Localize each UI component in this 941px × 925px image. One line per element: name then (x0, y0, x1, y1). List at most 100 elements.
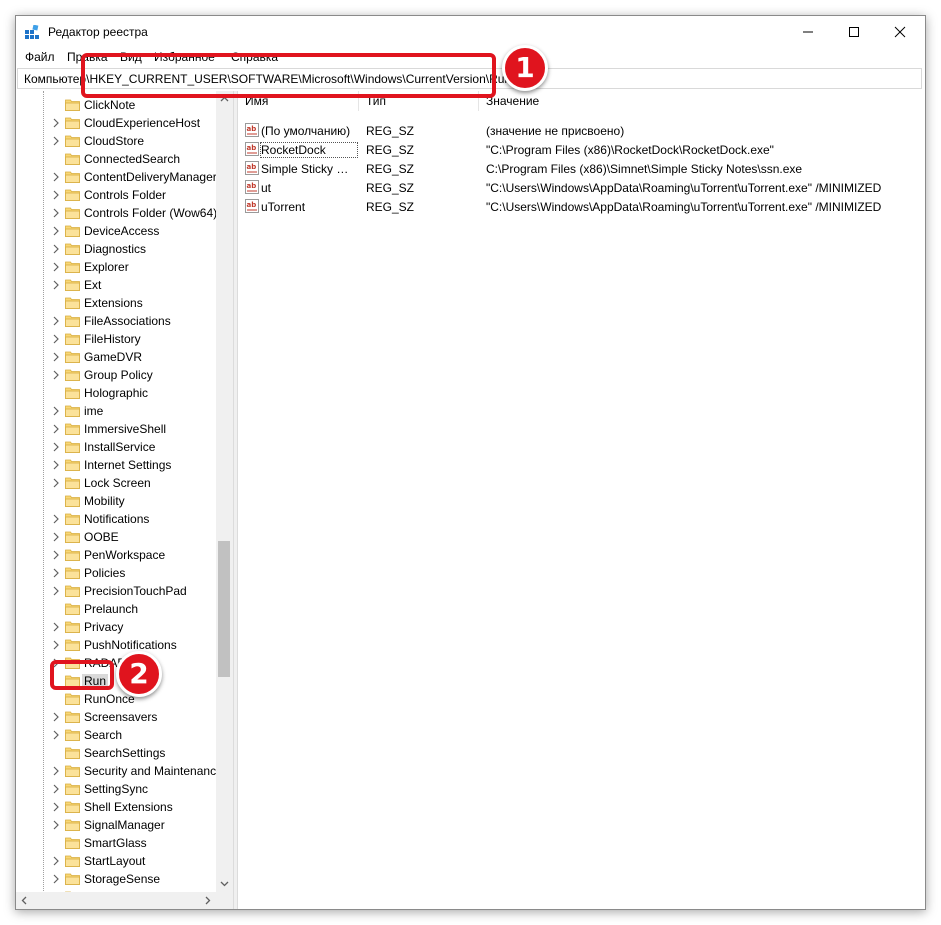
chevron-right-icon[interactable] (52, 208, 60, 218)
minimize-button[interactable] (785, 16, 831, 47)
tree-item[interactable]: SignalManager (16, 816, 216, 834)
chevron-right-icon[interactable] (52, 550, 60, 560)
chevron-right-icon[interactable] (52, 136, 60, 146)
folder-icon (65, 531, 80, 543)
tree-item[interactable]: PushNotifications (16, 636, 216, 654)
scroll-down-icon[interactable] (216, 875, 233, 892)
tree-item[interactable]: Notifications (16, 510, 216, 528)
tree-item[interactable]: Screensavers (16, 708, 216, 726)
value-row[interactable]: ab ut REG_SZ "C:\Users\Windows\AppData\Roam… (238, 178, 925, 197)
chevron-right-icon[interactable] (52, 352, 60, 362)
tree-item[interactable]: Prelaunch (16, 600, 216, 618)
tree-item[interactable]: Extensions (16, 294, 216, 312)
tree-item[interactable]: Explorer (16, 258, 216, 276)
tree-item[interactable]: Lock Screen (16, 474, 216, 492)
chevron-right-icon[interactable] (52, 730, 60, 740)
chevron-right-icon[interactable] (52, 766, 60, 776)
tree-item[interactable]: OOBE (16, 528, 216, 546)
tree-item[interactable]: Internet Settings (16, 456, 216, 474)
tree-item[interactable]: DeviceAccess (16, 222, 216, 240)
tree-item[interactable]: InstallService (16, 438, 216, 456)
tree-item[interactable]: Diagnostics (16, 240, 216, 258)
tree-item[interactable]: SettingSync (16, 780, 216, 798)
tree-item[interactable]: Mobility (16, 492, 216, 510)
title-bar[interactable]: Редактор реестра (16, 16, 925, 47)
tree-item[interactable]: StorageSense (16, 870, 216, 888)
chevron-right-icon[interactable] (52, 190, 60, 200)
chevron-right-icon[interactable] (52, 874, 60, 884)
string-value-icon: ab (245, 123, 259, 137)
tree-item[interactable]: ContentDeliveryManager (16, 168, 217, 186)
close-button[interactable] (877, 16, 923, 47)
chevron-right-icon[interactable] (52, 244, 60, 254)
tree-item[interactable]: CloudStore (16, 132, 216, 150)
tree-item[interactable]: SearchSettings (16, 744, 216, 762)
chevron-right-icon[interactable] (52, 118, 60, 128)
tree-item[interactable]: Controls Folder (Wow64) (16, 204, 217, 222)
tree-item[interactable]: Policies (16, 564, 216, 582)
tree-item[interactable]: CloudExperienceHost (16, 114, 216, 132)
tree-item[interactable]: PenWorkspace (16, 546, 216, 564)
tree-item[interactable]: RunOnce (16, 690, 216, 708)
chevron-right-icon[interactable] (52, 568, 60, 578)
chevron-right-icon[interactable] (52, 370, 60, 380)
chevron-right-icon[interactable] (52, 334, 60, 344)
chevron-right-icon[interactable] (52, 856, 60, 866)
chevron-right-icon[interactable] (52, 586, 60, 596)
folder-icon (65, 495, 80, 507)
chevron-right-icon[interactable] (52, 280, 60, 290)
tree-item[interactable]: ImmersiveShell (16, 420, 216, 438)
chevron-right-icon[interactable] (52, 442, 60, 452)
chevron-right-icon[interactable] (52, 784, 60, 794)
tree-item[interactable]: Security and Maintenance (16, 762, 223, 780)
scroll-left-icon[interactable] (16, 892, 33, 909)
chevron-right-icon[interactable] (52, 424, 60, 434)
menu-file[interactable]: Файл (25, 50, 55, 64)
value-row[interactable]: ab (По умолчанию) REG_SZ (значение не присв… (238, 121, 925, 140)
tree-item[interactable]: FileHistory (16, 330, 216, 348)
tree-item[interactable]: Controls Folder (16, 186, 216, 204)
maximize-button[interactable] (831, 16, 877, 47)
chevron-right-icon[interactable] (52, 532, 60, 542)
folder-icon (65, 117, 80, 129)
chevron-right-icon[interactable] (52, 478, 60, 488)
tree-item[interactable]: Shell Extensions (16, 798, 216, 816)
tree-item[interactable]: FileAssociations (16, 312, 216, 330)
tree-item[interactable]: Ext (16, 276, 216, 294)
chevron-right-icon[interactable] (52, 712, 60, 722)
chevron-right-icon[interactable] (52, 802, 60, 812)
tree-item[interactable]: StartLayout (16, 852, 216, 870)
tree-item[interactable]: ClickNote (16, 96, 216, 114)
column-header-value[interactable]: Значение (479, 91, 925, 111)
chevron-right-icon[interactable] (52, 640, 60, 650)
value-row[interactable]: ab Simple Sticky Notes REG_SZ C:\Program Fi… (238, 159, 925, 178)
value-row[interactable]: ab RocketDock REG_SZ "C:\Program Files (x86… (238, 140, 925, 159)
tree-item[interactable]: ime (16, 402, 216, 420)
chevron-right-icon[interactable] (52, 622, 60, 632)
folder-icon (65, 765, 80, 777)
chevron-right-icon[interactable] (52, 406, 60, 416)
tree-item[interactable]: GameDVR (16, 348, 216, 366)
chevron-right-icon[interactable] (52, 316, 60, 326)
tree-item[interactable]: PrecisionTouchPad (16, 582, 216, 600)
key-tree[interactable]: ClickNote CloudExperienceHost CloudStore Co… (16, 91, 233, 909)
tree-vertical-scrollbar[interactable] (216, 91, 233, 892)
tree-item[interactable]: Search (16, 726, 216, 744)
tree-item[interactable]: SmartGlass (16, 834, 216, 852)
tree-scroll-thumb[interactable] (218, 541, 230, 677)
values-list[interactable]: Имя Тип Значение ab (По умолчанию) REG_SZ(… (238, 91, 925, 909)
chevron-right-icon[interactable] (52, 172, 60, 182)
tree-horizontal-scrollbar[interactable] (16, 892, 233, 909)
chevron-right-icon[interactable] (52, 820, 60, 830)
tree-item[interactable]: Holographic (16, 384, 216, 402)
chevron-right-icon[interactable] (52, 460, 60, 470)
chevron-right-icon[interactable] (52, 262, 60, 272)
tree-item[interactable]: ConnectedSearch (16, 150, 216, 168)
chevron-right-icon[interactable] (52, 514, 60, 524)
scroll-right-icon[interactable] (199, 892, 216, 909)
chevron-right-icon[interactable] (52, 226, 60, 236)
window-title: Редактор реестра (48, 25, 148, 39)
tree-item[interactable]: Group Policy (16, 366, 216, 384)
value-row[interactable]: ab uTorrent REG_SZ "C:\Users\Windows\AppDat… (238, 197, 925, 216)
tree-item[interactable]: Privacy (16, 618, 216, 636)
